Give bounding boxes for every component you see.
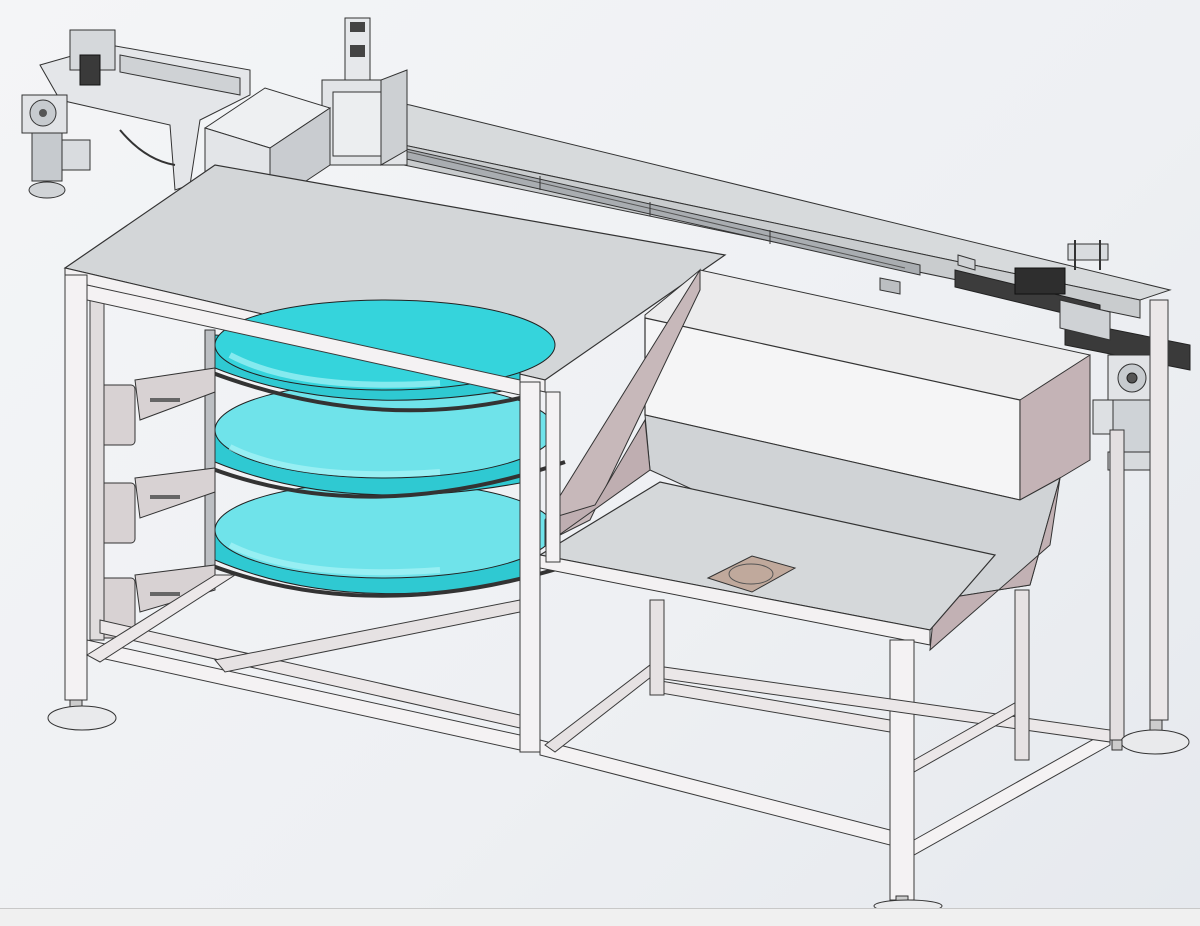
machine-assembly-drawing: [21, 17, 1191, 908]
foot-rear-right: [1120, 719, 1190, 755]
top-gear-motor: [21, 94, 91, 199]
arm-bracket-2: [94, 467, 216, 544]
right-gear-motor: [1092, 354, 1159, 471]
frame-post-front-left: [64, 274, 88, 701]
carousel-stack: [204, 299, 566, 598]
carousel-tier-bottom: [209, 481, 561, 598]
status-bar: [0, 908, 1200, 926]
arm-bracket-1: [94, 367, 216, 446]
frame-post-front-right: [889, 639, 915, 901]
foot-front-left: [47, 699, 117, 731]
foot-front-right: [873, 895, 943, 908]
foot-rear-center: [1111, 739, 1123, 751]
vertical-cylinder-column: [321, 17, 408, 166]
hopper-assembly: [538, 268, 1091, 652]
frame-post-front-center: [519, 381, 541, 753]
cad-viewport[interactable]: [0, 0, 1200, 908]
